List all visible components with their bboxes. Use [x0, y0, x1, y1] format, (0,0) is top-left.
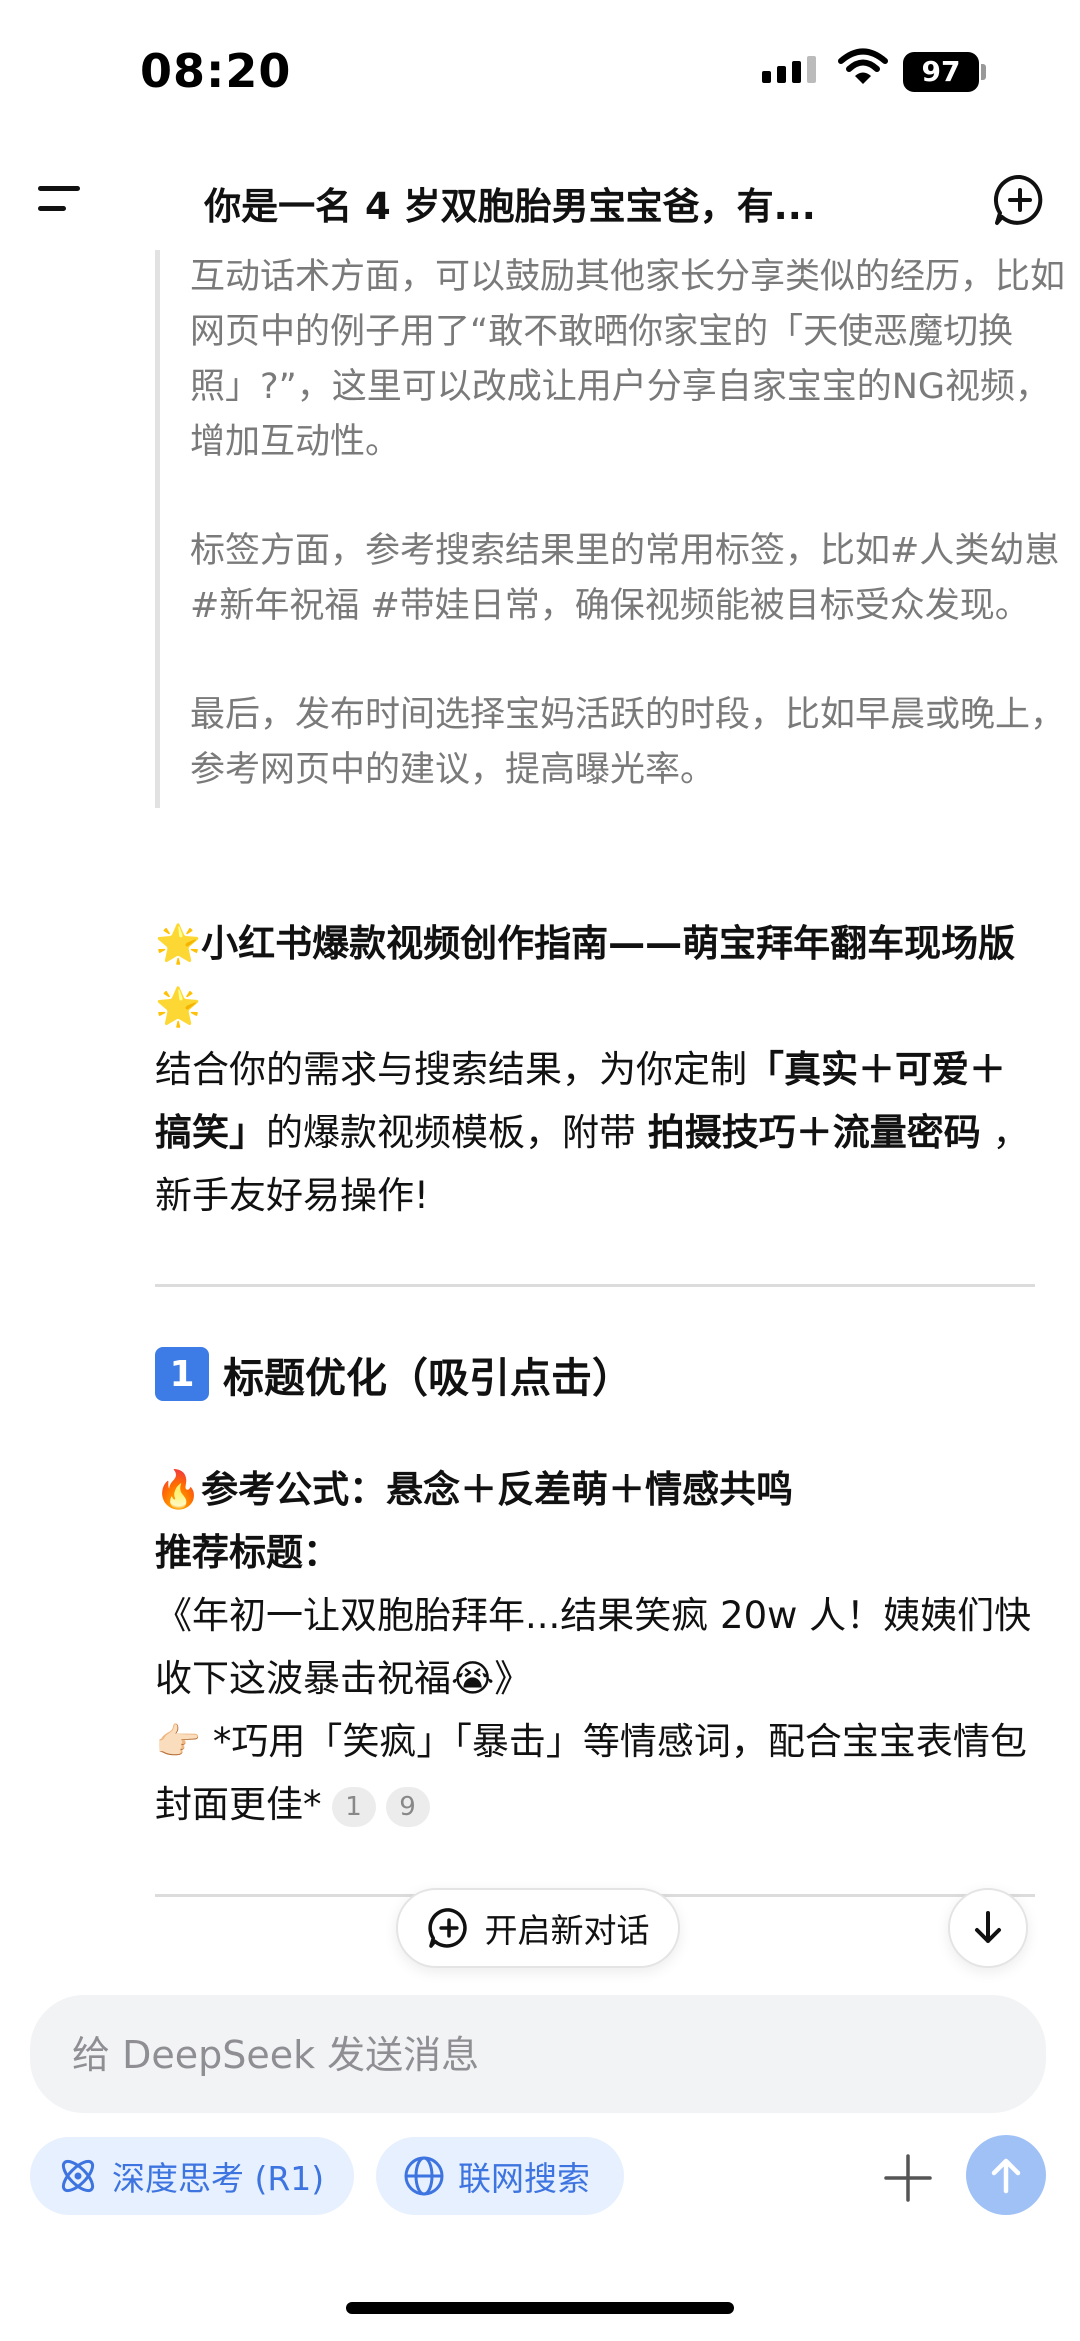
answer-intro-text: 结合你的需求与搜索结果，为你定制「真实＋可爱＋搞笑」的爆款视频模板，附带 拍摄技… — [155, 1038, 1035, 1227]
recommend-title: 《年初一让双胞胎拜年...结果笑疯 20w 人！姨姨们快收下这波暴击祝福😭》 — [155, 1594, 1032, 1700]
battery-icon: 97 — [903, 52, 979, 92]
arrow-down-icon — [975, 1911, 1001, 1943]
section-heading-text: 标题优化（吸引点击） — [223, 1354, 633, 1402]
wifi-icon — [838, 48, 888, 90]
quote-paragraph: 标签方面，参考搜索结果里的常用标签，比如#人类幼崽 #新年祝福 #带娃日常，确保… — [190, 531, 1060, 626]
status-time: 08:20 — [140, 44, 292, 98]
new-chat-label: 开启新对话 — [484, 1911, 650, 1950]
divider — [155, 1284, 1035, 1287]
battery-tip — [981, 64, 986, 80]
plus-icon — [884, 2154, 932, 2202]
answer-title: 🌟小红书爆款视频创作指南——萌宝拜年翻车现场版🌟 — [155, 922, 1016, 1028]
globe-icon — [404, 2156, 444, 2196]
intro-text: 的爆款视频模板，附带 — [266, 1111, 636, 1154]
send-button[interactable] — [966, 2135, 1046, 2215]
section-heading: 1 标题优化（吸引点击） — [155, 1344, 633, 1404]
scroll-to-bottom-button[interactable] — [948, 1888, 1028, 1968]
quote-paragraph: 互动话术方面，可以鼓励其他家长分享类似的经历，比如网页中的例子用了“敢不敢晒你家… — [190, 257, 1066, 462]
web-search-toggle[interactable]: 联网搜索 — [376, 2137, 624, 2215]
menu-icon[interactable] — [38, 184, 82, 214]
thinking-quote: 互动话术方面，可以鼓励其他家长分享类似的经历，比如网页中的例子用了“敢不敢晒你家… — [155, 250, 1070, 808]
message-input-box[interactable] — [30, 1995, 1046, 2115]
attach-button[interactable] — [880, 2150, 936, 2206]
formula-line: 🔥参考公式：悬念＋反差萌＋情感共鸣 — [155, 1458, 1035, 1521]
formula-prefix: 🔥参考公式： — [155, 1468, 387, 1511]
new-chat-icon[interactable] — [992, 172, 1048, 232]
tip-text: 👉🏻 *巧用「笑疯」「暴击」等情感词，配合宝宝表情包封面更佳* — [155, 1720, 1027, 1826]
home-indicator — [346, 2302, 734, 2314]
chat-plus-icon — [427, 1908, 467, 1948]
deep-think-label: 深度思考 (R1) — [112, 2159, 325, 2198]
arrow-up-icon — [991, 2158, 1021, 2194]
deep-think-toggle[interactable]: 深度思考 (R1) — [30, 2137, 354, 2215]
citation-badge[interactable]: 9 — [385, 1786, 430, 1827]
conversation-title: 你是一名 4 岁双胞胎男宝宝爸，有... — [204, 185, 816, 228]
quote-paragraph: 最后，发布时间选择宝妈活跃的时段，比如早晨或晚上，参考网页中的建议，提高曝光率。 — [190, 695, 1066, 790]
message-input[interactable] — [70, 1995, 974, 2115]
web-search-label: 联网搜索 — [458, 2159, 590, 2198]
keycap-icon: 1 — [155, 1347, 209, 1401]
atom-icon — [61, 2159, 95, 2193]
citation-badge[interactable]: 1 — [331, 1786, 376, 1827]
formula-value: 悬念＋反差萌＋情感共鸣 — [386, 1468, 794, 1511]
intro-text: 结合你的需求与搜索结果，为你定制 — [155, 1048, 747, 1091]
signal-icon — [762, 56, 816, 83]
tip-line: 👉🏻 *巧用「笑疯」「暴击」等情感词，配合宝宝表情包封面更佳* 1 9 — [155, 1710, 1035, 1836]
answer-intro: 🌟小红书爆款视频创作指南——萌宝拜年翻车现场版🌟 结合你的需求与搜索结果，为你定… — [155, 912, 1035, 1227]
recommend-label: 推荐标题： — [155, 1531, 340, 1574]
intro-bold: 拍摄技巧＋流量密码 — [647, 1111, 981, 1154]
new-chat-button[interactable]: 开启新对话 — [396, 1888, 680, 1968]
section-body: 🔥参考公式：悬念＋反差萌＋情感共鸣 推荐标题： 《年初一让双胞胎拜年...结果笑… — [155, 1458, 1035, 1836]
